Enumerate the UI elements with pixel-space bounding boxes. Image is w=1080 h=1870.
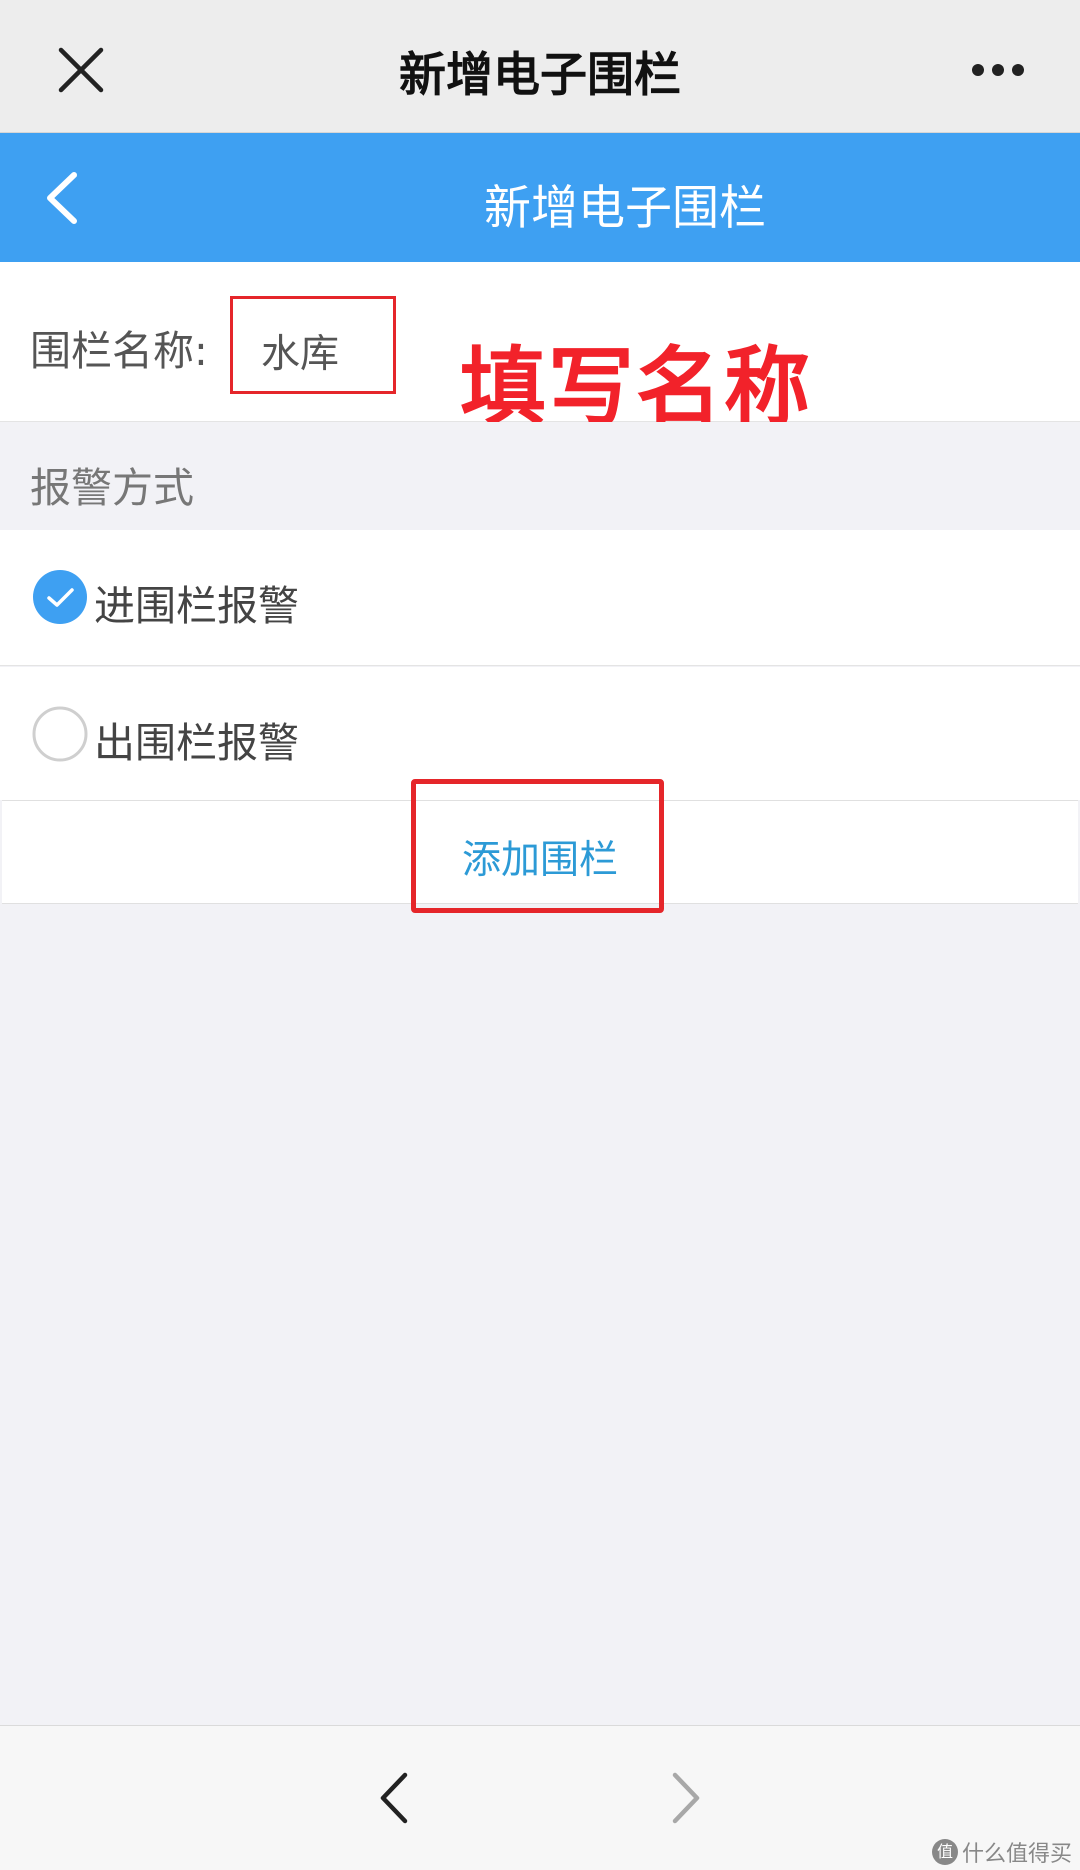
fence-name-value: 水库	[261, 332, 340, 377]
alarm-option-enter[interactable]: 进围栏报警	[0, 530, 1080, 666]
fence-name-label: 围栏名称:	[30, 327, 208, 375]
wechat-nav-title: 新增电子围栏	[399, 48, 681, 103]
alarm-section-header: 报警方式	[0, 422, 1080, 530]
chevron-right-icon[interactable]	[665, 1771, 705, 1825]
chevron-left-icon[interactable]	[375, 1771, 415, 1825]
fence-name-input[interactable]: 水库	[230, 296, 396, 394]
fence-name-row: 围栏名称: 水库 填写名称	[0, 262, 1080, 438]
alarm-option-label: 出围栏报警	[94, 719, 299, 767]
alarm-section-title: 报警方式	[30, 464, 194, 512]
watermark: 值 什么值得买	[931, 1836, 1072, 1868]
radio-checked-icon[interactable]	[31, 568, 89, 626]
alarm-option-label: 进围栏报警	[94, 582, 299, 630]
app-header: 新增电子围栏	[0, 133, 1080, 262]
watermark-logo-icon: 值	[931, 1839, 958, 1865]
more-icon[interactable]	[970, 62, 1026, 78]
app-header-title: 新增电子围栏	[484, 181, 766, 236]
radio-unchecked-icon[interactable]	[31, 705, 89, 763]
annotation-highlight-box	[411, 779, 664, 913]
wechat-nav-bar: 新增电子围栏	[0, 0, 1080, 133]
watermark-text: 什么值得买	[961, 1842, 1072, 1867]
browser-nav-bar: 值 什么值得买	[0, 1725, 1080, 1870]
